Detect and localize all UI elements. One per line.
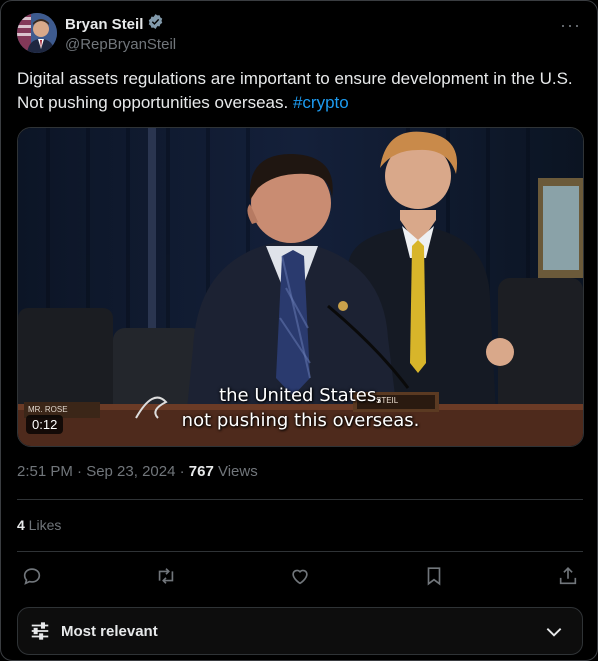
action-bar — [17, 563, 583, 589]
nameplate-right: STEIL — [376, 396, 399, 405]
sort-label: Most relevant — [61, 623, 158, 640]
reply-icon[interactable] — [19, 563, 45, 589]
retweet-icon[interactable] — [153, 563, 179, 589]
views-label: Views — [213, 463, 258, 480]
avatar[interactable] — [17, 13, 57, 53]
tweet-header: Bryan Steil @RepBryanSteil ··· — [17, 13, 583, 53]
author-block: Bryan Steil @RepBryanSteil — [65, 13, 176, 53]
video-caption-line-2: not pushing this overseas. — [181, 410, 420, 431]
divider — [17, 499, 583, 500]
timestamp[interactable]: 2:51 PM · Sep 23, 2024 · — [17, 463, 189, 480]
likes-count: 4 — [17, 517, 25, 533]
likes-label: Likes — [24, 517, 62, 533]
video-player[interactable]: the United States, not pushing this over… — [17, 127, 584, 447]
tweet-card: Bryan Steil @RepBryanSteil ··· Digital a… — [0, 0, 598, 661]
video-duration: 0:12 — [26, 415, 64, 434]
heart-icon[interactable] — [287, 563, 313, 589]
chevron-down-icon — [546, 628, 562, 637]
divider — [17, 551, 583, 552]
tweet-text: Digital assets regulations are important… — [17, 67, 577, 115]
verified-badge-icon — [147, 13, 164, 35]
author-handle[interactable]: @RepBryanSteil — [65, 36, 176, 53]
sort-replies-dropdown[interactable]: Most relevant — [17, 607, 583, 655]
sliders-icon — [31, 622, 49, 640]
share-icon[interactable] — [555, 563, 581, 589]
views-count: 767 — [188, 463, 214, 480]
more-options-icon[interactable]: ··· — [560, 15, 581, 36]
tweet-meta: 2:51 PM · Sep 23, 2024 · 767 Views — [17, 463, 258, 480]
likes-summary[interactable]: 4 Likes — [17, 517, 61, 533]
nameplate-left: MR. ROSE — [28, 405, 68, 414]
bookmark-icon[interactable] — [421, 563, 447, 589]
author-name[interactable]: Bryan Steil — [65, 16, 143, 33]
hashtag-link[interactable]: #crypto — [293, 93, 349, 112]
video-caption-line-1: the United States, — [219, 385, 382, 406]
